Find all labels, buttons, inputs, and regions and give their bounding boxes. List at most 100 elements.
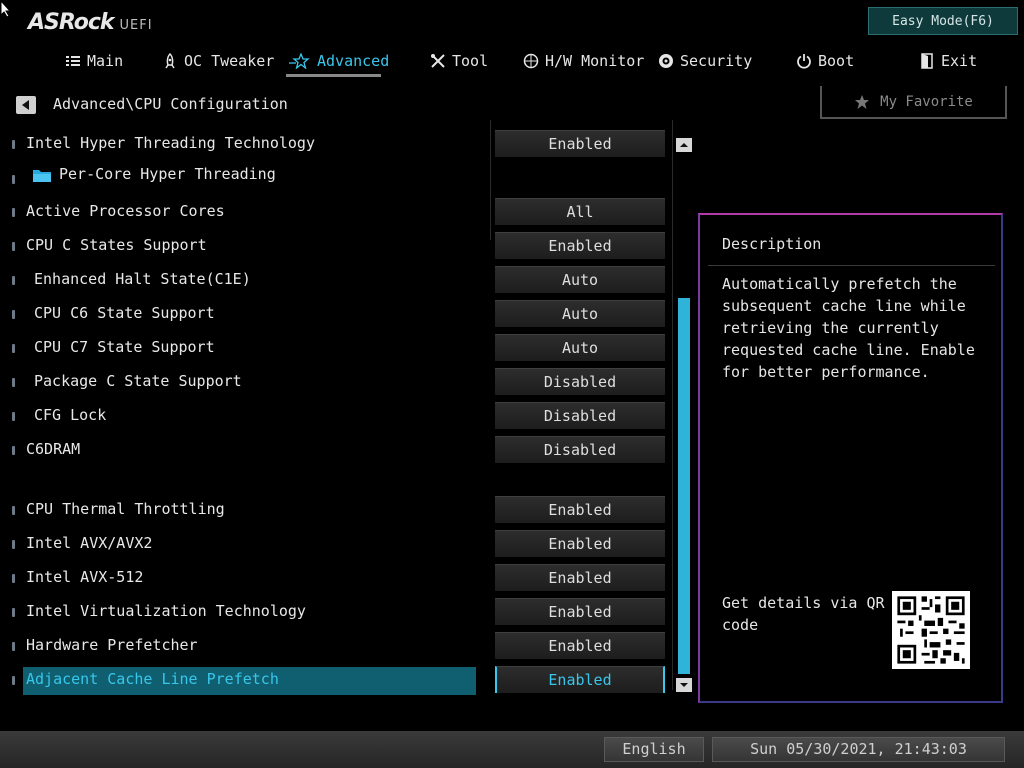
- row-bullet: [12, 344, 15, 353]
- tab-advanced-label: Advanced: [317, 52, 390, 70]
- rocket-icon: [165, 53, 175, 69]
- setting-c1e-value[interactable]: Auto: [495, 266, 665, 293]
- description-separator: [708, 265, 995, 266]
- row-bullet: [12, 642, 15, 651]
- setting-c6dram-value[interactable]: Disabled: [495, 436, 665, 463]
- tab-security-label: Security: [680, 52, 753, 70]
- setting-avx-value[interactable]: Enabled: [495, 530, 665, 557]
- asrock-logo: ASRock UEFI: [28, 10, 153, 35]
- settings-scrollbar[interactable]: [676, 136, 692, 692]
- setting-cfg-lock-value[interactable]: Disabled: [495, 402, 665, 429]
- scroll-down-button[interactable]: [676, 678, 692, 692]
- row-bullet: [12, 676, 15, 685]
- monitor-icon: [523, 53, 539, 69]
- wrench-icon: [431, 54, 445, 68]
- setting-active-cores-value[interactable]: All: [495, 198, 665, 225]
- star-icon: [855, 94, 870, 109]
- setting-avx512-value[interactable]: Enabled: [495, 564, 665, 591]
- setting-adjacent-cache-value[interactable]: Enabled: [495, 666, 665, 693]
- tab-advanced[interactable]: Advanced: [289, 46, 389, 76]
- logo-sub-text: UEFI: [119, 18, 153, 33]
- scroll-up-button[interactable]: [676, 138, 692, 152]
- folder-icon: [33, 170, 51, 182]
- row-bullet: [12, 310, 15, 319]
- list-icon: [66, 56, 80, 66]
- row-bullet: [12, 208, 15, 217]
- row-bullet: [12, 574, 15, 583]
- setting-hw-prefetcher-label[interactable]: Hardware Prefetcher: [26, 636, 198, 654]
- divider: [490, 120, 491, 240]
- language-button[interactable]: English: [604, 737, 704, 762]
- triangle-down-icon: [680, 683, 688, 687]
- tab-boot-label: Boot: [818, 52, 855, 70]
- back-button[interactable]: [16, 96, 36, 114]
- tab-tool[interactable]: Tool: [430, 46, 488, 76]
- tab-security[interactable]: Security: [658, 46, 752, 76]
- setting-package-c-state-label[interactable]: Package C State Support: [34, 372, 242, 390]
- row-bullet: [12, 506, 15, 515]
- setting-adjacent-cache-label[interactable]: Adjacent Cache Line Prefetch: [26, 670, 279, 688]
- description-panel: Description Automatically prefetch the s…: [698, 213, 1003, 703]
- easy-mode-button[interactable]: Easy Mode(F6): [868, 7, 1018, 35]
- my-favorite-label: My Favorite: [880, 93, 973, 110]
- setting-thermal-throttling-value[interactable]: Enabled: [495, 496, 665, 523]
- row-bullet: [12, 608, 15, 617]
- row-bullet: [12, 378, 15, 387]
- row-bullet: [12, 140, 15, 149]
- tab-exit-label: Exit: [941, 52, 978, 70]
- setting-virtualization-value[interactable]: Enabled: [495, 598, 665, 625]
- qr-code-icon: [892, 591, 970, 669]
- exit-icon: [921, 53, 933, 69]
- tab-hw-monitor[interactable]: H/W Monitor: [523, 46, 644, 76]
- setting-per-core-ht-label[interactable]: Per-Core Hyper Threading: [59, 165, 276, 183]
- description-title: Description: [722, 235, 822, 253]
- setting-virtualization-label[interactable]: Intel Virtualization Technology: [26, 602, 306, 620]
- datetime-display: Sun 05/30/2021, 21:43:03: [712, 737, 1005, 762]
- setting-avx512-label[interactable]: Intel AVX-512: [26, 568, 143, 586]
- star-icon: [289, 53, 310, 69]
- tab-main-label: Main: [87, 52, 124, 70]
- setting-thermal-throttling-label[interactable]: CPU Thermal Throttling: [26, 500, 225, 518]
- tab-exit[interactable]: Exit: [919, 46, 977, 76]
- main-tabs: Main OC Tweaker Advanced Tool H/W Monito…: [0, 46, 1024, 80]
- setting-c6-label[interactable]: CPU C6 State Support: [34, 304, 215, 322]
- scroll-thumb[interactable]: [678, 298, 690, 674]
- arrow-left-icon: [22, 100, 29, 110]
- row-bullet: [12, 242, 15, 251]
- active-tab-underline: [286, 74, 381, 77]
- setting-cfg-lock-label[interactable]: CFG Lock: [34, 406, 106, 424]
- qr-caption: Get details via QR code: [722, 594, 885, 634]
- tab-oc-tweaker[interactable]: OC Tweaker: [162, 46, 274, 76]
- row-bullet: [12, 412, 15, 421]
- setting-package-c-state-value[interactable]: Disabled: [495, 368, 665, 395]
- my-favorite-button[interactable]: My Favorite: [820, 86, 1007, 119]
- tab-main[interactable]: Main: [65, 46, 123, 76]
- mouse-cursor-icon: [0, 0, 12, 18]
- shield-icon: [659, 54, 673, 68]
- setting-active-cores-label[interactable]: Active Processor Cores: [26, 202, 225, 220]
- setting-hw-prefetcher-value[interactable]: Enabled: [495, 632, 665, 659]
- row-bullet: [12, 276, 15, 285]
- setting-c7-label[interactable]: CPU C7 State Support: [34, 338, 215, 356]
- divider: [672, 120, 673, 690]
- setting-hyper-threading-label[interactable]: Intel Hyper Threading Technology: [26, 134, 315, 152]
- logo-main-text: ASRock: [28, 10, 115, 35]
- setting-c6-value[interactable]: Auto: [495, 300, 665, 327]
- setting-avx-label[interactable]: Intel AVX/AVX2: [26, 534, 152, 552]
- setting-c6dram-label[interactable]: C6DRAM: [26, 440, 80, 458]
- breadcrumb: Advanced\CPU Configuration: [53, 95, 288, 113]
- tab-boot[interactable]: Boot: [796, 46, 854, 76]
- row-bullet: [12, 175, 15, 184]
- row-bullet: [12, 446, 15, 455]
- setting-c1e-label[interactable]: Enhanced Halt State(C1E): [34, 270, 251, 288]
- triangle-up-icon: [680, 143, 688, 147]
- power-icon: [797, 54, 811, 69]
- setting-hyper-threading-value[interactable]: Enabled: [495, 130, 665, 157]
- setting-c7-value[interactable]: Auto: [495, 334, 665, 361]
- setting-c-states-label[interactable]: CPU C States Support: [26, 236, 207, 254]
- setting-c-states-value[interactable]: Enabled: [495, 232, 665, 259]
- row-bullet: [12, 540, 15, 549]
- tab-tool-label: Tool: [452, 52, 489, 70]
- tab-oc-tweaker-label: OC Tweaker: [184, 52, 275, 70]
- description-text: Automatically prefetch the subsequent ca…: [722, 275, 975, 381]
